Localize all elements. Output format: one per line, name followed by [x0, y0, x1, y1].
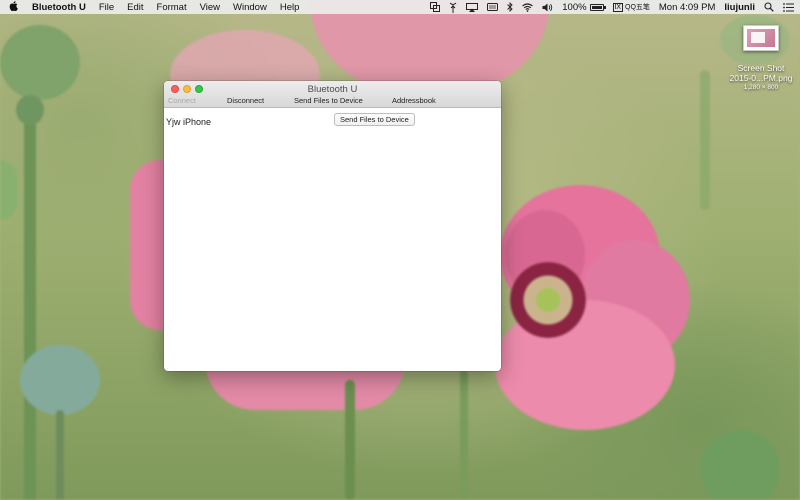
menu-format[interactable]: Format: [157, 2, 187, 13]
screen-mirror-icon[interactable]: [430, 2, 441, 12]
menu-bar: Bluetooth U File Edit Format View Window…: [0, 0, 800, 14]
thumbnail-window: [751, 32, 765, 43]
file-size: 1,280 × 800: [743, 84, 779, 91]
wallpaper-bud: [20, 345, 100, 415]
wallpaper-stem: [24, 120, 36, 500]
menu-app-name[interactable]: Bluetooth U: [32, 2, 86, 13]
notification-center-icon[interactable]: [783, 2, 794, 12]
wallpaper-stem: [345, 380, 355, 500]
antenna-icon[interactable]: [449, 2, 457, 13]
connect-button[interactable]: Connect: [168, 96, 196, 105]
airplay-icon[interactable]: [466, 2, 479, 12]
user-name[interactable]: liujunli: [724, 2, 755, 13]
apple-icon[interactable]: [6, 0, 20, 14]
battery-status[interactable]: 100%: [562, 1, 606, 13]
wallpaper-bud: [0, 160, 18, 220]
battery-percent: 100%: [562, 1, 587, 13]
menu-window[interactable]: Window: [233, 2, 267, 13]
status-area: 100% Ⅸ QQ五笔 Mon 4:09 PM liujunli: [421, 2, 794, 13]
wifi-icon[interactable]: [522, 2, 534, 12]
input-method-label: QQ五笔: [625, 4, 650, 11]
desktop-file-screenshot[interactable]: Screen Shot 2015-0...PM.png 1,280 × 800: [724, 25, 798, 92]
keyboard-display-icon[interactable]: [487, 3, 499, 11]
window-titlebar[interactable]: Bluetooth U Connect Disconnect Send File…: [164, 81, 501, 108]
menu-edit[interactable]: Edit: [127, 2, 143, 13]
menu-view[interactable]: View: [200, 2, 220, 13]
window-title: Bluetooth U: [307, 84, 358, 95]
battery-fill: [591, 5, 602, 9]
apple-icon-glyph: [9, 0, 18, 11]
wallpaper-stem: [460, 370, 468, 500]
file-name-line1: Screen Shot: [737, 63, 785, 73]
wallpaper-bud: [700, 430, 780, 500]
bluetooth-window: Bluetooth U Connect Disconnect Send File…: [164, 81, 501, 371]
file-name-line2: 2015-0...PM.png: [729, 73, 793, 83]
wallpaper-bud: [0, 25, 80, 100]
clock[interactable]: Mon 4:09 PM: [659, 2, 716, 13]
disconnect-button[interactable]: Disconnect: [227, 96, 264, 105]
menu-file[interactable]: File: [99, 2, 114, 13]
wallpaper-flower-center: [510, 262, 586, 338]
bluetooth-icon[interactable]: [507, 2, 513, 12]
spotlight-search-icon[interactable]: [764, 2, 774, 12]
wallpaper-stem: [56, 410, 64, 500]
menu-help[interactable]: Help: [280, 2, 300, 13]
wallpaper-bud: [16, 95, 44, 125]
send-files-button[interactable]: Send Files to Device: [334, 113, 415, 126]
input-method[interactable]: Ⅸ QQ五笔: [612, 2, 650, 12]
send-files-toolbar-button[interactable]: Send Files to Device: [294, 96, 363, 105]
input-method-icon: Ⅸ: [612, 2, 623, 12]
device-list: Yjw iPhone Send Files to Device: [164, 108, 501, 371]
wallpaper-stem: [700, 70, 710, 210]
addressbook-button[interactable]: Addressbook: [392, 96, 436, 105]
volume-icon[interactable]: [542, 3, 553, 12]
battery-icon: [589, 3, 606, 11]
file-thumbnail: [743, 25, 779, 51]
device-name[interactable]: Yjw iPhone: [166, 117, 211, 127]
